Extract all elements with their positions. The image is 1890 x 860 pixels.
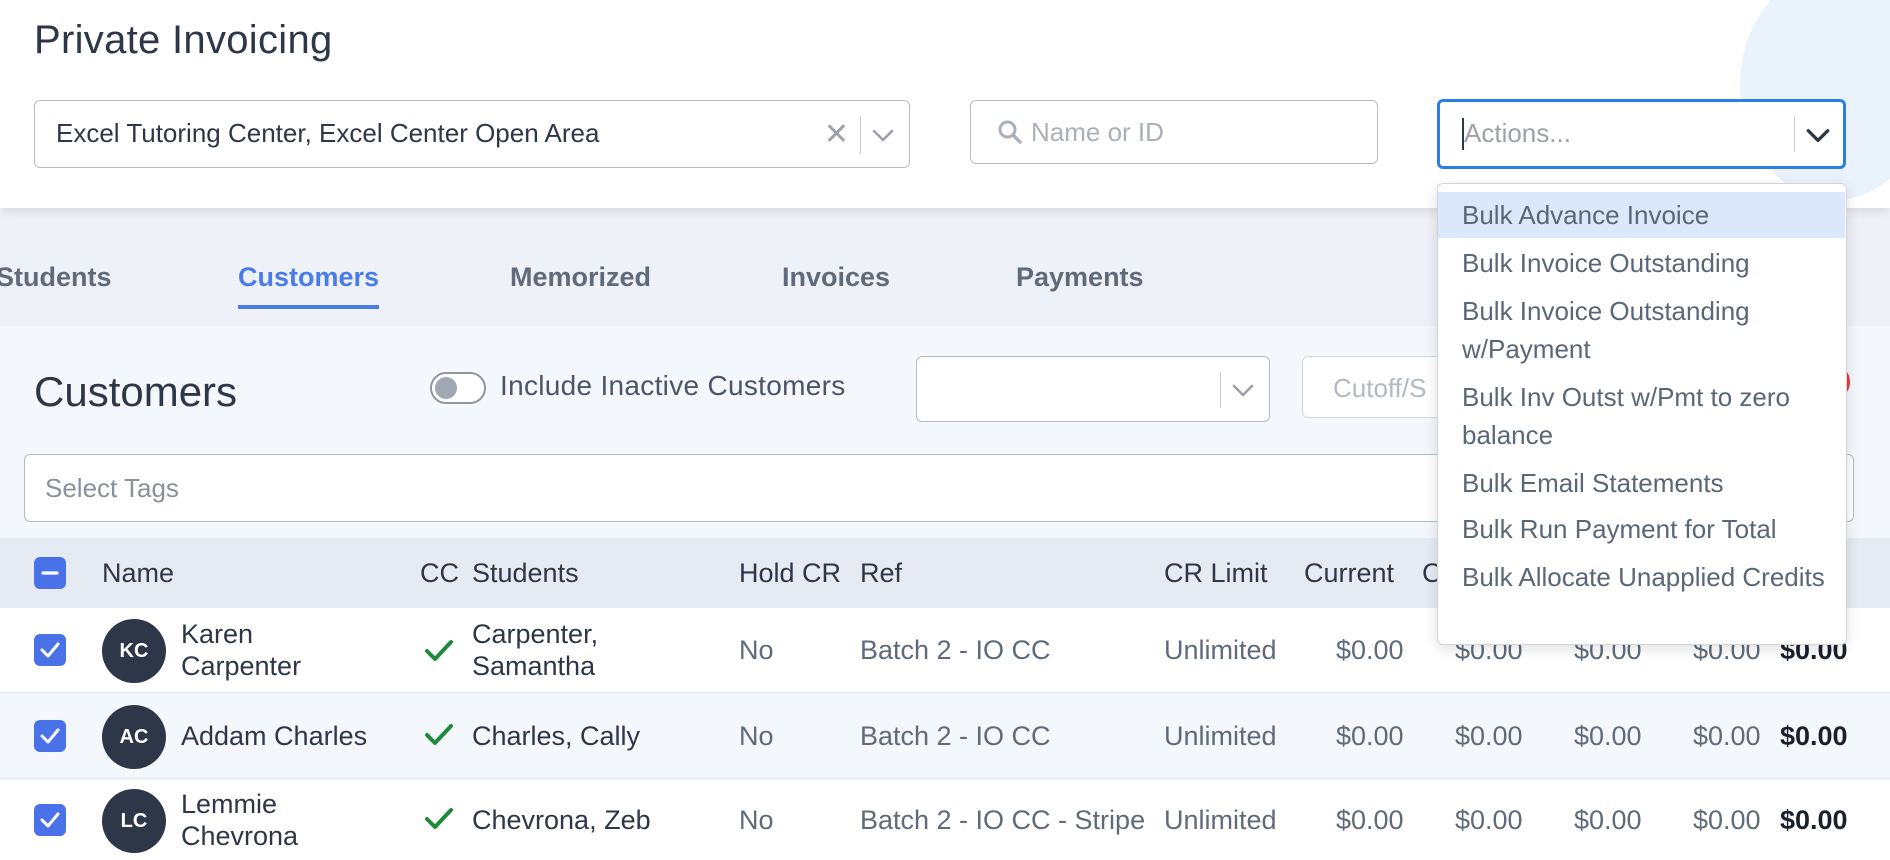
location-select[interactable]: Excel Tutoring Center, Excel Center Open…	[34, 100, 910, 168]
hold-cr-value: No	[739, 721, 774, 751]
tab-customers[interactable]: Customers	[238, 262, 380, 309]
tags-placeholder: Select Tags	[45, 473, 179, 503]
check-icon	[425, 640, 453, 661]
chevron-down-icon[interactable]	[1805, 122, 1831, 148]
avatar: LC	[102, 789, 166, 853]
page-title: Private Invoicing	[34, 18, 333, 62]
aging-value: $0.00	[1693, 721, 1761, 751]
column-header-hold-cr[interactable]: Hold CR	[739, 558, 841, 589]
column-header-current[interactable]: Current	[1304, 558, 1394, 589]
menu-item-bulk-invoice-outstanding-payment[interactable]: Bulk Invoice Outstanding w/Payment	[1438, 288, 1845, 374]
customer-name[interactable]: Karen Carpenter	[181, 618, 341, 682]
actions-dropdown-menu: Bulk Advance Invoice Bulk Invoice Outsta…	[1437, 183, 1847, 645]
chevron-down-icon[interactable]	[871, 123, 895, 147]
checkbox-checked-icon	[40, 642, 60, 658]
ref-value: Batch 2 - IO CC	[860, 635, 1051, 665]
table-row[interactable]: AC Addam Charles Charles, Cally No Batch…	[0, 694, 1890, 779]
cr-limit-value: Unlimited	[1164, 635, 1277, 665]
include-inactive-toggle[interactable]	[430, 372, 486, 404]
customer-name[interactable]: Addam Charles	[181, 720, 367, 752]
menu-item-bulk-invoice-outstanding[interactable]: Bulk Invoice Outstanding	[1438, 240, 1845, 286]
current-value: $0.00	[1336, 635, 1404, 665]
aging-value: $0.00	[1693, 805, 1761, 835]
aging-value: $0.00	[1574, 721, 1642, 751]
total-value: $0.00	[1780, 721, 1848, 751]
customer-name[interactable]: Lemmie Chevrona	[181, 788, 341, 852]
minus-square-icon	[41, 571, 59, 575]
select-separator	[1793, 116, 1795, 152]
student-name: Chevrona, Zeb	[472, 805, 651, 835]
hold-cr-value: No	[739, 805, 774, 835]
aging-value: $0.00	[1455, 721, 1523, 751]
text-caret	[1462, 118, 1464, 150]
ref-value: Batch 2 - IO CC - Stripe	[860, 805, 1146, 835]
clear-icon[interactable]: ✕	[824, 117, 849, 152]
row-checkbox[interactable]	[34, 634, 66, 666]
menu-item-bulk-run-payment-total[interactable]: Bulk Run Payment for Total	[1438, 506, 1845, 552]
search-input-wrapper[interactable]	[970, 100, 1378, 164]
tab-payments[interactable]: Payments	[1016, 262, 1144, 305]
avatar: KC	[102, 619, 166, 683]
include-inactive-label: Include Inactive Customers	[500, 370, 846, 401]
current-value: $0.00	[1336, 805, 1404, 835]
actions-select[interactable]: Actions...	[1437, 99, 1846, 169]
checkbox-checked-icon	[40, 728, 60, 744]
column-header-students[interactable]: Students	[472, 558, 579, 589]
column-header-name[interactable]: Name	[102, 558, 174, 589]
actions-select-placeholder: Actions...	[1464, 118, 1571, 148]
avatar: AC	[102, 705, 166, 769]
row-checkbox[interactable]	[34, 720, 66, 752]
table-row[interactable]: LC Lemmie Chevrona Chevrona, Zeb No Batc…	[0, 780, 1890, 860]
tab-invoices[interactable]: Invoices	[782, 262, 890, 305]
row-checkbox[interactable]	[34, 804, 66, 836]
student-name: Charles, Cally	[472, 721, 641, 751]
menu-item-bulk-advance-invoice[interactable]: Bulk Advance Invoice	[1438, 192, 1845, 238]
student-name: Carpenter, Samantha	[472, 619, 599, 681]
select-separator	[1219, 372, 1221, 408]
toggle-knob	[435, 377, 457, 399]
ref-value: Batch 2 - IO CC	[860, 721, 1051, 751]
current-value: $0.00	[1336, 721, 1404, 751]
tab-memorized[interactable]: Memorized	[510, 262, 651, 305]
cr-limit-value: Unlimited	[1164, 805, 1277, 835]
cr-limit-value: Unlimited	[1164, 721, 1277, 751]
column-header-ref[interactable]: Ref	[860, 558, 902, 589]
check-icon	[425, 808, 453, 829]
aging-value: $0.00	[1574, 805, 1642, 835]
search-input[interactable]	[1031, 113, 1361, 151]
column-header-cc[interactable]: CC	[420, 558, 459, 589]
search-icon	[998, 120, 1022, 144]
column-header-cr-limit[interactable]: CR Limit	[1164, 558, 1268, 589]
menu-item-bulk-inv-outst-zero-balance[interactable]: Bulk Inv Outst w/Pmt to zero balance	[1438, 374, 1845, 460]
select-separator	[859, 116, 861, 154]
hold-cr-value: No	[739, 635, 774, 665]
check-icon	[425, 724, 453, 745]
total-value: $0.00	[1780, 805, 1848, 835]
checkbox-checked-icon	[40, 812, 60, 828]
chevron-down-icon[interactable]	[1231, 378, 1255, 402]
tab-students[interactable]: Students	[0, 262, 112, 305]
menu-item-bulk-allocate-unapplied-credits[interactable]: Bulk Allocate Unapplied Credits	[1438, 554, 1845, 640]
aging-value: $0.00	[1455, 805, 1523, 835]
menu-item-bulk-email-statements[interactable]: Bulk Email Statements	[1438, 460, 1845, 506]
section-title: Customers	[34, 368, 238, 415]
location-select-value: Excel Tutoring Center, Excel Center Open…	[56, 118, 600, 148]
tab-bar: Students Customers Memorized Invoices Pa…	[0, 262, 1400, 322]
header-card: Private Invoicing Excel Tutoring Center,…	[0, 0, 1890, 208]
filter-select[interactable]	[916, 356, 1270, 422]
select-all-checkbox[interactable]	[34, 557, 66, 589]
